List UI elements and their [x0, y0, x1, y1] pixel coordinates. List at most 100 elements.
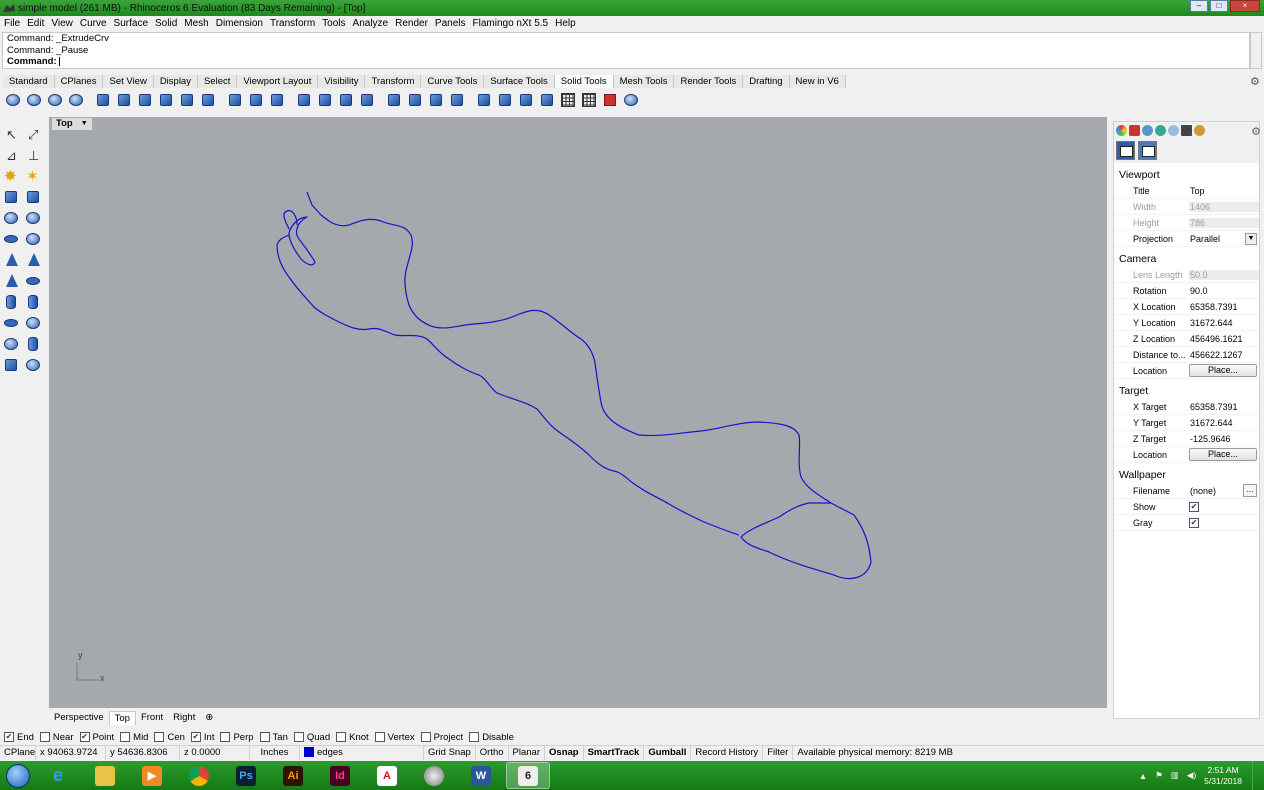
osnap-near-checkbox[interactable] [39, 732, 50, 742]
boolean-split-icon[interactable] [67, 91, 85, 109]
variable-fillet-icon[interactable] [157, 91, 175, 109]
prop-x-target[interactable]: X Target 65358.7391 [1114, 399, 1259, 415]
menu-transform[interactable]: Transform [270, 18, 315, 29]
layers-tab-icon[interactable] [1129, 124, 1140, 136]
viewport-title[interactable]: Top ▼ [52, 118, 92, 130]
osnap-cen-checkbox[interactable] [154, 732, 165, 742]
units-label[interactable]: Inches [250, 746, 300, 760]
solid-tools-icon[interactable] [24, 356, 42, 374]
prop-distance-to-target[interactable]: Distance to... 456622.1267 [1114, 347, 1259, 363]
osnap-mid-checkbox[interactable] [120, 732, 131, 742]
taskbar-ie[interactable]: e [36, 762, 80, 789]
properties-tab-icon[interactable] [1116, 124, 1127, 136]
add-viewport-tab-icon[interactable]: ⊕ [200, 711, 218, 725]
record-history-toggle[interactable]: Record History [691, 746, 764, 760]
menu-panels[interactable]: Panels [435, 18, 466, 29]
solid-edit-icon[interactable] [496, 91, 514, 109]
tab-top[interactable]: Top [108, 710, 136, 725]
menu-surface[interactable]: Surface [114, 18, 148, 29]
help-tab-icon[interactable] [1194, 124, 1205, 136]
tip-loop-curve-2[interactable] [283, 210, 298, 230]
move-face-to-boundary-icon[interactable] [337, 91, 355, 109]
tab-cplanes[interactable]: CPlanes [54, 75, 104, 88]
menu-help[interactable]: Help [555, 18, 576, 29]
cone-icon[interactable] [2, 251, 20, 269]
island-lower-coast-curve[interactable] [276, 234, 740, 536]
environment-tab-icon[interactable] [1168, 124, 1179, 136]
gray-checkbox[interactable]: ✔ [1189, 517, 1199, 528]
filter-toggle[interactable]: Filter [763, 746, 794, 760]
osnap-int-checkbox[interactable]: ✔ [190, 732, 201, 742]
taskbar-illustrator[interactable]: Ai [271, 762, 315, 789]
viewport-frame-icon[interactable] [1138, 141, 1157, 160]
more-tools-icon[interactable] [622, 91, 640, 109]
delete-faces-icon[interactable] [601, 91, 619, 109]
osnap-int[interactable]: ✔ Int [190, 732, 214, 743]
select-arrow-icon[interactable]: ↖ [2, 125, 20, 143]
prop-z-target[interactable]: Z Target -125.9646 [1114, 431, 1259, 447]
pyramid-icon[interactable] [2, 272, 20, 290]
tab-set-view[interactable]: Set View [103, 75, 154, 88]
shell-icon[interactable] [226, 91, 244, 109]
tab-solid-tools[interactable]: Solid Tools [554, 75, 614, 88]
osnap-end[interactable]: ✔ End [4, 732, 34, 743]
boolean-difference-icon[interactable] [25, 91, 43, 109]
torus-icon[interactable] [2, 314, 20, 332]
tab-viewport-layout[interactable]: Viewport Layout [237, 75, 319, 88]
prop-z-location[interactable]: Z Location 456496.1621 [1114, 331, 1259, 347]
pipe-icon[interactable] [24, 314, 42, 332]
projection-dropdown-icon[interactable]: ▼ [1245, 232, 1257, 245]
tab-visibility[interactable]: Visibility [318, 75, 366, 88]
point-icon[interactable]: ⤢ [24, 125, 42, 143]
menu-mesh[interactable]: Mesh [184, 18, 208, 29]
boolean-union-icon[interactable] [4, 91, 22, 109]
render-tab-icon[interactable] [1181, 124, 1192, 136]
mesh-grid-2-icon[interactable] [580, 91, 598, 109]
menu-render[interactable]: Render [395, 18, 428, 29]
osnap-toggle[interactable]: Osnap [545, 746, 584, 760]
minimize-button[interactable]: – [1190, 0, 1208, 12]
tab-front[interactable]: Front [136, 711, 168, 725]
wire-cut-icon[interactable] [268, 91, 286, 109]
menu-edit[interactable]: Edit [27, 18, 44, 29]
create-solid-icon[interactable] [538, 91, 556, 109]
island-outline-curve[interactable] [306, 191, 872, 580]
blend-edge-icon[interactable] [136, 91, 154, 109]
taskbar-render[interactable] [412, 762, 456, 789]
tray-expand-icon[interactable]: ▲ [1139, 771, 1147, 781]
make-hole-icon[interactable] [385, 91, 403, 109]
tab-perspective[interactable]: Perspective [49, 711, 109, 725]
extrude-closed-icon[interactable] [24, 335, 42, 353]
box-icon[interactable] [2, 188, 20, 206]
planar-toggle[interactable]: Planar [509, 746, 546, 760]
camera-place-button[interactable]: Place... [1189, 364, 1257, 377]
untrim-icon[interactable] [517, 91, 535, 109]
panel-gear-icon[interactable]: ⚙ [1251, 125, 1261, 138]
tab-drafting[interactable]: Drafting [743, 75, 790, 88]
taskbar-indesign[interactable]: Id [318, 762, 362, 789]
show-desktop-button[interactable] [1252, 761, 1264, 790]
toolbar-gear-icon[interactable]: ⚙ [1250, 75, 1262, 88]
prop-projection[interactable]: Projection Parallel ▼ [1114, 231, 1259, 247]
tab-display[interactable]: Display [153, 75, 198, 88]
osnap-near[interactable]: Near [39, 732, 74, 743]
current-layer[interactable]: edges [300, 746, 424, 760]
offset-solid-icon[interactable] [247, 91, 265, 109]
osnap-disable[interactable]: Disable [469, 732, 514, 743]
prop-x-location[interactable]: X Location 65358.7391 [1114, 299, 1259, 315]
menu-solid[interactable]: Solid [155, 18, 177, 29]
menu-analyze[interactable]: Analyze [353, 18, 389, 29]
network-icon[interactable]: ▥ [1171, 770, 1179, 781]
curve-tools-icon[interactable]: ✸ [2, 167, 20, 185]
menu-dimension[interactable]: Dimension [216, 18, 263, 29]
sphere-alt-icon[interactable] [24, 209, 42, 227]
close-button[interactable]: × [1230, 0, 1260, 12]
action-center-icon[interactable]: ⚑ [1155, 770, 1163, 781]
prop-y-target[interactable]: Y Target 31672.644 [1114, 415, 1259, 431]
show-checkbox[interactable]: ✔ [1189, 501, 1199, 512]
osnap-vertex-checkbox[interactable] [374, 732, 385, 742]
osnap-perp-checkbox[interactable] [220, 732, 231, 742]
smarttrack-toggle[interactable]: SmartTrack [584, 746, 645, 760]
tip-loop-curve[interactable] [288, 216, 316, 266]
tab-surface-tools[interactable]: Surface Tools [484, 75, 555, 88]
